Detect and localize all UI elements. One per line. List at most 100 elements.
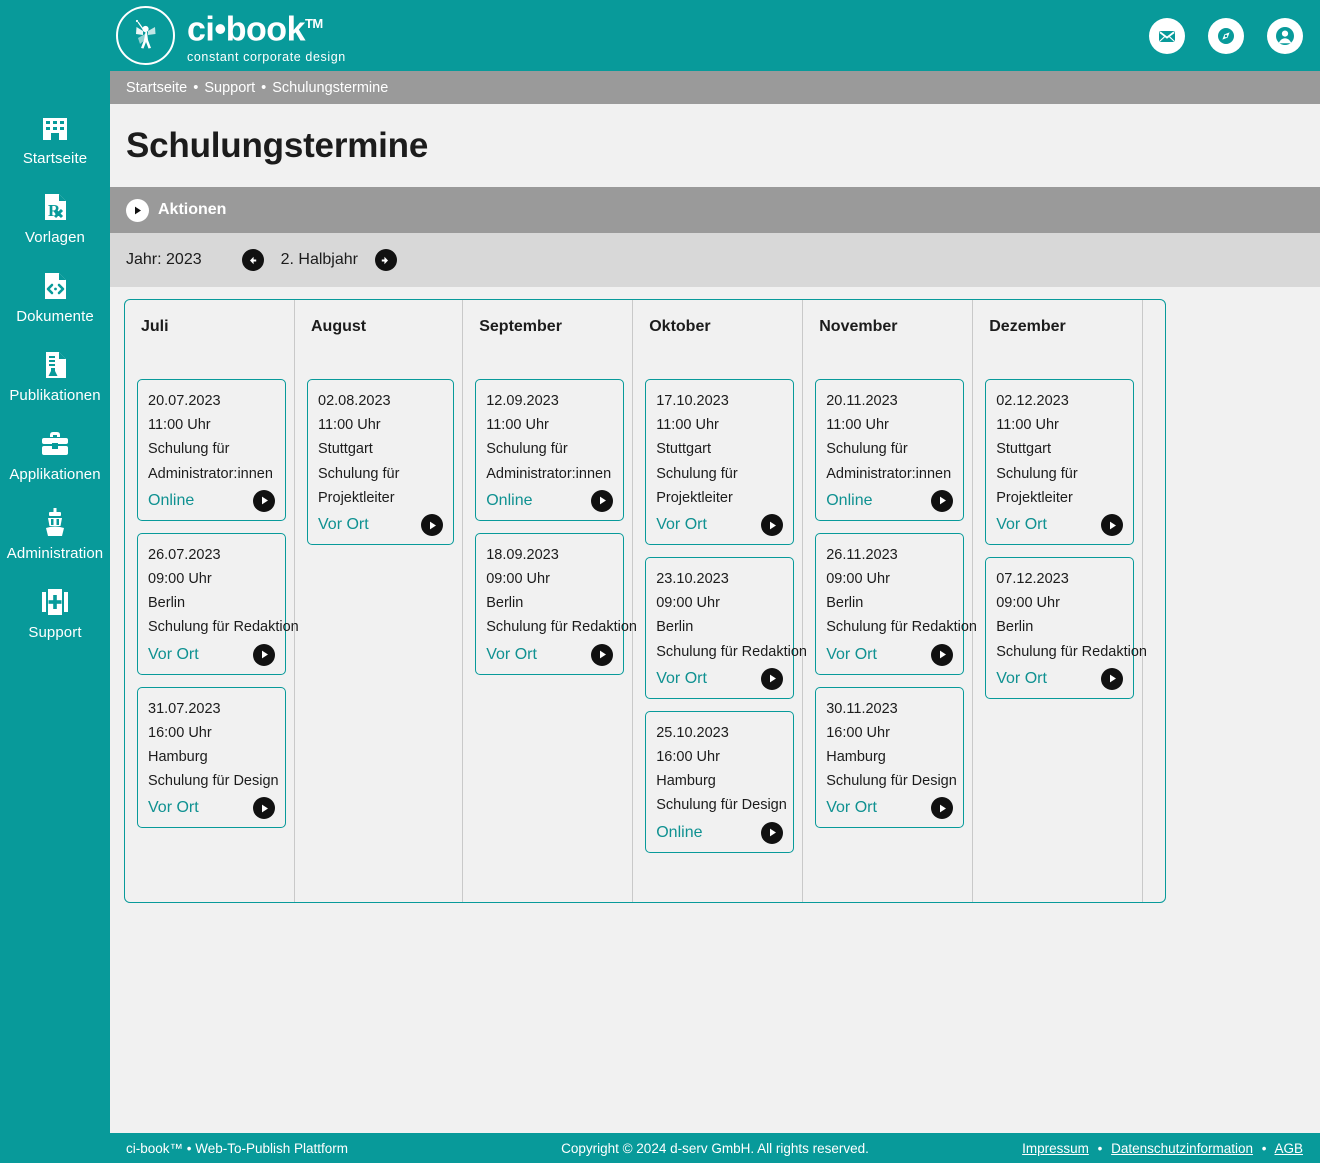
event-mode-label[interactable]: Vor Ort: [826, 646, 877, 664]
sidebar-item-startseite[interactable]: Startseite: [0, 108, 110, 168]
brand-name: ci•bookTM: [187, 10, 323, 49]
training-event-card[interactable]: 17.10.2023 11:00 Uhr Stuttgart Schulung für…: [645, 379, 795, 546]
arrow-right-circle-icon[interactable]: [374, 249, 397, 271]
sidebar-item-publikationen[interactable]: Publikationen: [0, 345, 110, 405]
sidebar-item-vorlagen[interactable]: R Vorlagen: [0, 187, 110, 247]
actions-bar[interactable]: Aktionen: [110, 187, 1320, 233]
training-event-card[interactable]: 26.11.2023 09:00 Uhr Berlin Schulung für Re…: [815, 532, 977, 675]
event-open-play-icon[interactable]: [761, 667, 784, 690]
event-mode-label[interactable]: Online: [148, 492, 194, 510]
event-open-play-icon[interactable]: [253, 489, 275, 512]
breadcrumb-item-schulungstermine[interactable]: Schulungstermine: [272, 80, 388, 96]
breadcrumb-item-startseite[interactable]: Startseite: [126, 80, 187, 96]
sidebar-item-applikationen[interactable]: Applikationen: [0, 424, 110, 484]
mail-icon[interactable]: [1149, 17, 1185, 54]
event-mode-label[interactable]: Vor Ort: [148, 799, 199, 817]
event-open-play-icon[interactable]: [1101, 514, 1124, 537]
month-header: August: [311, 318, 367, 335]
training-event-card[interactable]: 20.07.2023 11:00 Uhr Schulung für Administr…: [137, 379, 286, 521]
training-event-card[interactable]: 31.07.2023 16:00 Uhr Hamburg Schulung für D…: [137, 686, 286, 829]
event-location: Stuttgart: [318, 441, 373, 458]
event-time: 09:00 Uhr: [996, 595, 1060, 612]
breadcrumb-item-support[interactable]: Support: [204, 80, 255, 96]
event-mode-label[interactable]: Vor Ort: [996, 670, 1047, 688]
event-date: 12.09.2023: [486, 393, 559, 409]
event-mode-label[interactable]: Online: [826, 492, 872, 510]
event-mode-label[interactable]: Vor Ort: [656, 516, 707, 534]
training-event-card[interactable]: 07.12.2023 09:00 Uhr Berlin Schulung für Re…: [985, 557, 1147, 699]
event-mode-label[interactable]: Vor Ort: [148, 646, 199, 664]
event-card-footer: Online: [486, 486, 614, 512]
event-card-footer: Vor Ort: [148, 793, 275, 820]
event-mode-label[interactable]: Vor Ort: [996, 516, 1047, 534]
control-tower-icon: [35, 503, 75, 543]
event-date: 26.11.2023: [826, 546, 898, 563]
period-label: 2. Halbjahr: [280, 251, 358, 268]
arrow-left-circle-icon[interactable]: [241, 249, 264, 271]
event-mode-label[interactable]: Online: [486, 492, 532, 510]
training-event-card[interactable]: 20.11.2023 11:00 Uhr Schulung für Administr…: [815, 379, 965, 521]
training-event-card[interactable]: 26.07.2023 09:00 Uhr Berlin Schulung für Re…: [137, 532, 299, 675]
training-event-card[interactable]: 02.12.2023 11:00 Uhr Stuttgart Schulung für…: [985, 379, 1135, 546]
sidebar-item-support[interactable]: Support: [0, 582, 110, 642]
event-date: 30.11.2023: [826, 700, 898, 717]
month-column-oktober: Oktober 17.10.2023 11:00 Uhr Stuttgart Schul…: [633, 300, 807, 902]
user-account-icon[interactable]: [1267, 17, 1303, 54]
footer-link-datenschutzinformation[interactable]: Datenschutzinformation: [1111, 1141, 1253, 1156]
event-topic-line: Schulung für: [486, 441, 568, 458]
compass-icon[interactable]: [1208, 17, 1244, 54]
event-open-play-icon[interactable]: [931, 489, 954, 512]
event-topic-line: Schulung für: [148, 441, 230, 458]
event-time: 16:00 Uhr: [148, 724, 212, 741]
brand-logo[interactable]: ci•bookTM constant corporate design: [116, 6, 346, 65]
event-topic-line: Administrator:innen: [486, 465, 612, 482]
event-topic-line: Schulung für: [996, 465, 1078, 482]
event-topic-line: Schulung für Design: [826, 773, 957, 790]
breadcrumb-separator: •: [193, 79, 199, 96]
event-mode-label[interactable]: Vor Ort: [486, 646, 537, 664]
event-mode-label[interactable]: Vor Ort: [318, 516, 369, 534]
event-card-footer: Vor Ort: [996, 510, 1124, 537]
footer-link-impressum[interactable]: Impressum: [1022, 1141, 1089, 1156]
training-event-card[interactable]: 12.09.2023 11:00 Uhr Schulung für Administr…: [475, 379, 625, 521]
event-open-play-icon[interactable]: [591, 643, 614, 666]
sidebar-item-administration[interactable]: Administration: [0, 503, 110, 563]
event-open-play-icon[interactable]: [421, 514, 444, 537]
event-open-play-icon[interactable]: [761, 821, 784, 844]
event-time: 11:00 Uhr: [826, 417, 889, 434]
event-time: 11:00 Uhr: [318, 417, 381, 434]
training-event-card[interactable]: 30.11.2023 16:00 Uhr Hamburg Schulung für D…: [815, 686, 965, 829]
play-circle-icon[interactable]: [126, 198, 149, 222]
event-card-footer: Vor Ort: [996, 664, 1124, 690]
toolbox-icon: [35, 424, 75, 464]
training-event-card[interactable]: 02.08.2023 11:00 Uhr Stuttgart Schulung für…: [307, 379, 455, 546]
event-card-footer: Vor Ort: [656, 510, 784, 537]
event-open-play-icon[interactable]: [253, 797, 275, 820]
event-card-footer: Vor Ort: [148, 640, 275, 666]
event-open-play-icon[interactable]: [253, 643, 275, 666]
event-time: 09:00 Uhr: [486, 571, 550, 588]
event-time: 16:00 Uhr: [826, 724, 890, 741]
sidebar-item-label: Administration: [6, 545, 104, 562]
event-mode-label[interactable]: Online: [656, 824, 702, 842]
footer-link-agb[interactable]: AGB: [1274, 1141, 1303, 1156]
event-topic-line: Schulung für Redaktion: [148, 619, 299, 636]
event-mode-label[interactable]: Vor Ort: [826, 799, 877, 817]
sidebar-item-dokumente[interactable]: Dokumente: [0, 266, 110, 326]
event-open-play-icon[interactable]: [591, 489, 614, 512]
event-topic-line: Administrator:innen: [148, 465, 273, 482]
event-topic-line: Schulung für Redaktion: [656, 643, 807, 660]
event-date: 20.07.2023: [148, 393, 221, 409]
training-event-card[interactable]: 25.10.2023 16:00 Uhr Hamburg Schulung für D…: [645, 710, 795, 853]
event-location: Stuttgart: [656, 441, 712, 458]
event-open-play-icon[interactable]: [931, 643, 954, 666]
event-open-play-icon[interactable]: [761, 514, 784, 537]
sidebar-item-label: Dokumente: [16, 308, 94, 325]
event-open-play-icon[interactable]: [931, 797, 954, 820]
training-event-card[interactable]: 18.09.2023 09:00 Uhr Berlin Schulung für Re…: [475, 532, 637, 675]
event-open-play-icon[interactable]: [1101, 667, 1124, 690]
event-mode-label[interactable]: Vor Ort: [656, 670, 707, 688]
schulungstermine-calendar: Juli 20.07.2023 11:00 Uhr Schulung für Admin…: [124, 299, 1166, 903]
event-time: 09:00 Uhr: [826, 571, 890, 588]
training-event-card[interactable]: 23.10.2023 09:00 Uhr Berlin Schulung für Re…: [645, 557, 807, 699]
